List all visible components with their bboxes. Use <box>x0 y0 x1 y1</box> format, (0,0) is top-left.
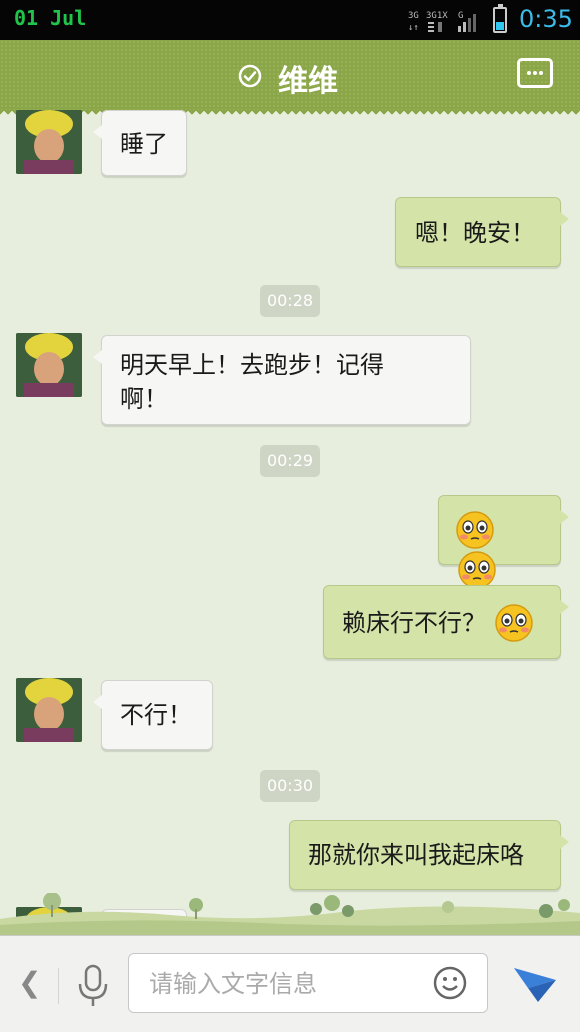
chat-header: 维维 <box>0 40 580 116</box>
svg-text:3G1X: 3G1X <box>426 11 448 21</box>
message-text: 那就你来叫我起床咯 <box>308 841 524 869</box>
svg-text:↓↑: ↓↑ <box>408 23 419 33</box>
message-bubble-outgoing[interactable]: 赖床行不行？ <box>323 585 569 659</box>
status-date: 01 Jul <box>14 6 87 30</box>
avatar-photo <box>16 678 82 742</box>
shy-face-emoji-icon <box>494 604 533 642</box>
chat-title: 维维 <box>278 64 338 99</box>
landscape-decoration <box>0 893 580 935</box>
send-plane-icon[interactable] <box>512 964 558 1004</box>
message-bubble-incoming[interactable]: 明天早上！去跑步！记得 啊！ <box>93 335 471 425</box>
message-text: 赖床行不行？ <box>342 609 486 637</box>
message-text: 不行！ <box>120 701 192 729</box>
divider <box>58 968 59 1004</box>
message-bubble-outgoing[interactable]: 嗯！晚安！ <box>395 197 569 267</box>
contact-avatar[interactable] <box>16 110 82 174</box>
avatar-photo <box>16 110 82 174</box>
message-input-box[interactable] <box>128 953 488 1013</box>
smiley-icon[interactable] <box>433 966 467 1000</box>
avatar-photo <box>16 333 82 397</box>
contact-avatar[interactable] <box>16 333 82 397</box>
timestamp: 00:29 <box>260 445 320 477</box>
svg-text:G: G <box>458 11 463 21</box>
more-options-button[interactable] <box>517 58 553 88</box>
more-dot <box>539 71 543 75</box>
shy-face-emoji-icon <box>458 551 496 589</box>
shy-face-emoji-icon <box>456 511 494 549</box>
microphone-icon[interactable] <box>76 964 110 1008</box>
message-text-line: 明天早上！去跑步！记得 <box>120 351 384 379</box>
status-bar: 01 Jul 3G ↓↑ 3G1X G 0:35 <box>0 0 580 40</box>
message-text: 嗯！晚安！ <box>415 219 535 247</box>
input-bar: ❮ <box>0 935 580 1032</box>
more-dot <box>533 71 537 75</box>
message-bubble-outgoing[interactable]: 那就你来叫我起床咯 <box>289 820 569 890</box>
more-dots-icon <box>527 71 531 75</box>
timestamp: 00:28 <box>260 285 320 317</box>
message-bubble-outgoing[interactable] <box>438 495 569 589</box>
svg-text:3G: 3G <box>408 11 419 21</box>
check-circle-icon <box>238 64 262 88</box>
contact-avatar[interactable] <box>16 678 82 742</box>
network-signal-icon: 3G ↓↑ 3G1X G <box>408 11 476 33</box>
message-bubble-incoming[interactable]: 不行！ <box>93 680 213 750</box>
battery-icon <box>493 4 507 33</box>
status-time: 0:35 <box>519 5 573 33</box>
message-input[interactable] <box>147 964 421 1004</box>
timestamp: 00:30 <box>260 770 320 802</box>
message-list[interactable]: 睡了 嗯！晚安！ 00:28 明天早上！去跑步！记得 啊！ 00:29 赖床行不… <box>0 110 580 935</box>
message-bubble-incoming[interactable]: 睡了 <box>93 110 187 176</box>
chevron-left-icon[interactable]: ❮ <box>18 966 41 999</box>
message-text: 睡了 <box>120 130 168 158</box>
message-text-line: 啊！ <box>120 385 168 413</box>
